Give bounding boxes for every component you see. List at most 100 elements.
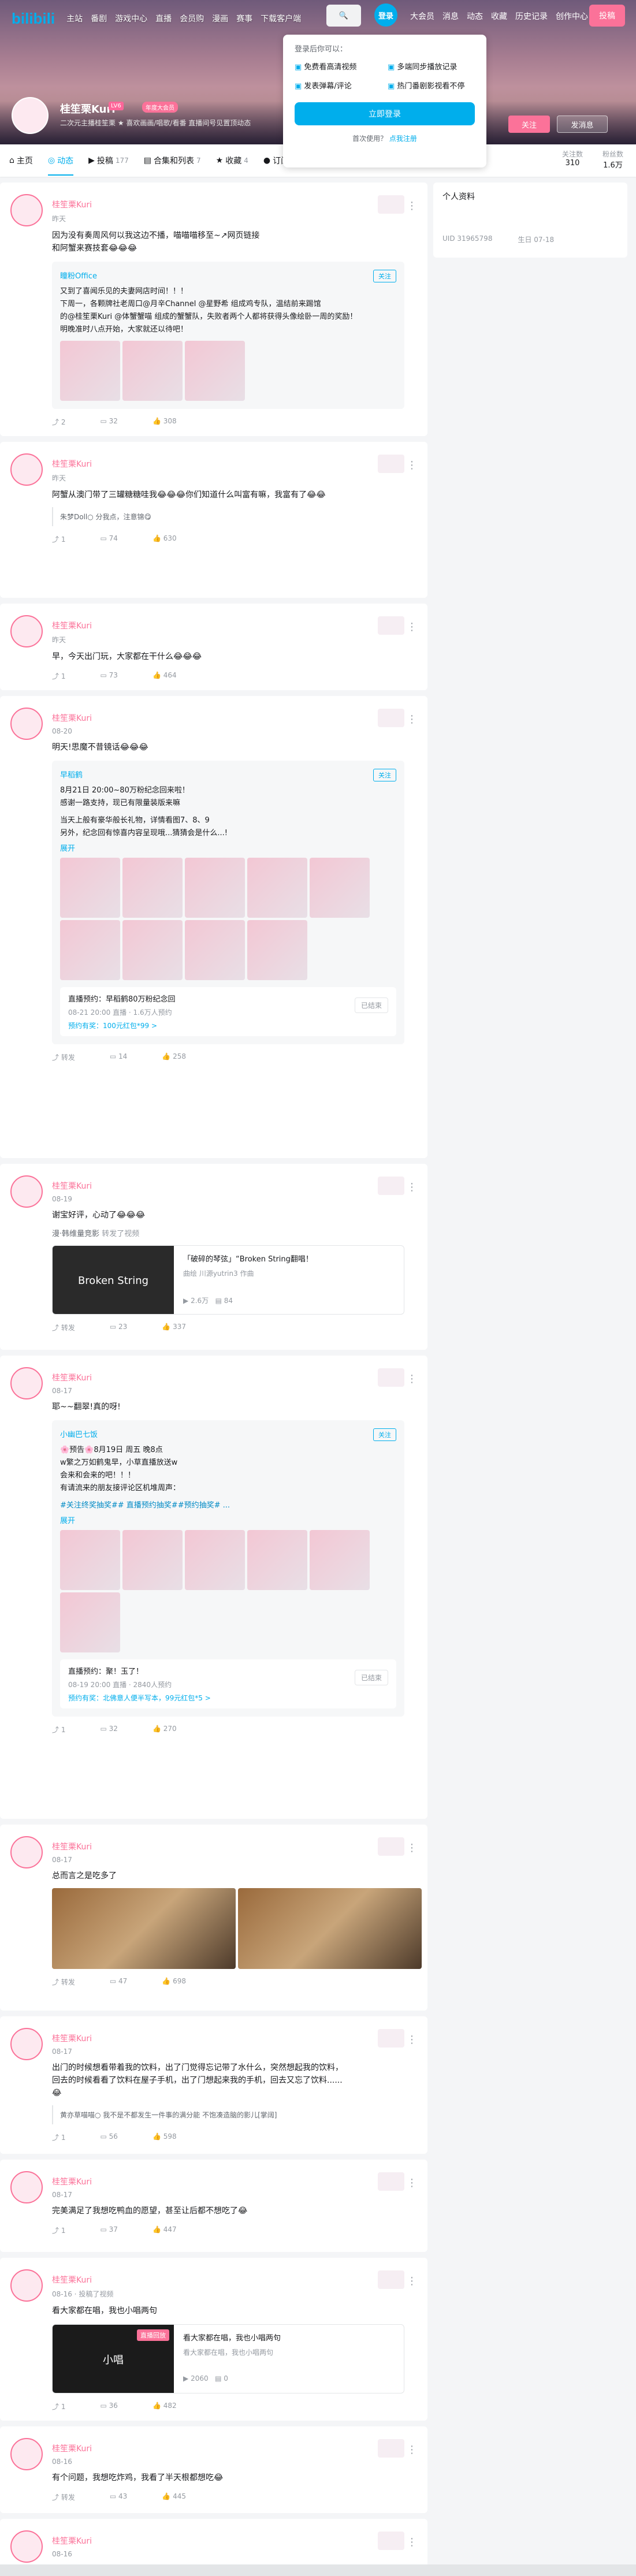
tab-favorites[interactable]: ★ 收藏 4 [216,155,248,166]
post-image[interactable] [60,920,120,980]
nav-game[interactable]: 游戏中心 [115,13,147,24]
like-button[interactable]: 👍 270 [153,1725,177,1734]
forwarded-post[interactable]: 早稻鹤 关注 8月21日 20:00~80万粉纪念回来啦！ 感谢一路支持，现已有… [52,761,404,1044]
reserve-button[interactable]: 已结束 [354,997,388,1013]
top-comment[interactable]: 黄亦草喵喵○ 我不是不都发生一件事的满分能 不饱凑造脑的影儿[掌阔] [52,2105,404,2124]
post-image[interactable] [247,1530,307,1590]
more-icon[interactable]: ⋮ [407,1373,417,1385]
followers-stat[interactable]: 粉丝数 1.6万 [602,149,623,170]
like-button[interactable]: 👍 337 [162,1323,186,1332]
nav-home[interactable]: 主站 [66,13,83,24]
like-button[interactable]: 👍 482 [153,2402,177,2411]
post-image[interactable] [310,1530,370,1590]
forward-author[interactable]: 瞳粉Office [60,270,396,281]
forward-button[interactable]: ⤴ 1 [52,2402,65,2411]
like-button[interactable]: 👍 698 [162,1977,186,1987]
forward-button[interactable]: ⤴ 1 [52,671,65,681]
like-button[interactable]: 👍 464 [153,671,177,681]
author-avatar[interactable] [10,2269,43,2302]
author-name[interactable]: 桂笙栗Kuri [52,1841,427,1852]
author-name[interactable]: 桂笙栗Kuri [52,458,427,470]
more-icon[interactable]: ⋮ [407,1842,417,1854]
forward-author[interactable]: 早稻鹤 [60,769,396,780]
post-image[interactable] [122,858,183,918]
video-card[interactable]: Broken String 「破碎的琴弦」“Broken String翻唱！ 曲… [52,1245,404,1315]
comment-button[interactable]: ▭ 32 [100,417,117,427]
follow-button[interactable]: 关注 [508,116,550,133]
forward-button[interactable]: ⤴ 1 [52,534,65,544]
comment-button[interactable]: ▭ 23 [110,1323,127,1332]
bilibili-logo[interactable]: bilibili [12,10,55,28]
post-photo[interactable] [238,1888,422,1969]
post-photo[interactable] [52,1888,236,1969]
tab-dynamic[interactable]: ◎ 动态 [47,155,74,176]
tab-collections[interactable]: ▤ 合集和列表 7 [144,155,201,166]
author-name[interactable]: 桂笙栗Kuri [52,1372,427,1383]
follow-button[interactable]: 关注 [373,769,396,781]
post-image[interactable] [122,341,183,401]
up-avatar[interactable] [12,97,49,134]
author-avatar[interactable] [10,2530,43,2563]
comment-button[interactable]: ▭ 36 [100,2402,117,2411]
forward-button[interactable]: ⤴ 2 [52,417,65,427]
following-stat[interactable]: 关注数 310 [562,149,583,170]
author-avatar[interactable] [10,708,43,740]
nav-esports[interactable]: 赛事 [236,13,252,24]
follow-button[interactable]: 关注 [373,1428,396,1441]
more-icon[interactable]: ⋮ [407,2034,417,2046]
author-avatar[interactable] [10,453,43,486]
forwarded-post[interactable]: 小幽巴七饭 关注 🌸预告🌸8月19日 周五 晚8点 w繁之万如鹤鬼早，小草直播放… [52,1420,404,1717]
like-button[interactable]: 👍 598 [153,2132,177,2142]
video-card[interactable]: 小唱 直播回放 看大家都在唱，我也小唱两句 看大家都在唱，我也小唱两句 ▶ 206… [52,2324,404,2393]
post-image[interactable] [60,1592,120,1652]
forward-button[interactable]: ⤴ 1 [52,2225,65,2235]
author-avatar[interactable] [10,2171,43,2203]
register-link[interactable]: 点我注册 [389,135,417,143]
author-name[interactable]: 桂笙栗Kuri [52,1180,427,1192]
author-name[interactable]: 桂笙栗Kuri [52,620,427,631]
post-image[interactable] [310,858,370,918]
live-prize[interactable]: 预约有奖：100元红包*99 > [68,1021,388,1030]
post-image[interactable] [122,1530,183,1590]
nav-manga[interactable]: 漫画 [212,13,228,24]
post-image[interactable] [247,920,307,980]
comment-button[interactable]: ▭ 32 [100,1725,117,1734]
more-icon[interactable]: ⋮ [407,2444,417,2456]
more-icon[interactable]: ⋮ [407,2275,417,2287]
post-image[interactable] [122,920,183,980]
author-avatar[interactable] [10,194,43,226]
author-name[interactable]: 桂笙栗Kuri [52,2032,427,2044]
comment-button[interactable]: ▭ 56 [100,2132,117,2142]
more-icon[interactable]: ⋮ [407,713,417,725]
author-name[interactable]: 桂笙栗Kuri [52,2535,427,2547]
like-button[interactable]: 👍 445 [162,2492,186,2502]
more-icon[interactable]: ⋮ [407,459,417,471]
forward-tags[interactable]: #关注终奖抽奖## 直播预约抽奖##预约抽奖# ... [60,1499,396,1512]
expand-link[interactable]: 展开 [60,1514,396,1525]
more-icon[interactable]: ⋮ [407,200,417,212]
more-icon[interactable]: ⋮ [407,2177,417,2189]
author-avatar[interactable] [10,2438,43,2470]
comment-button[interactable]: ▭ 47 [110,1977,127,1987]
nav-shop[interactable]: 会员购 [180,13,204,24]
tab-home[interactable]: ⌂ 主页 [9,155,33,166]
nav-anime[interactable]: 番剧 [91,13,107,24]
forward-button[interactable]: ⤴ 转发 [52,1323,75,1332]
like-button[interactable]: 👍 447 [153,2225,177,2235]
author-name[interactable]: 桂笙栗Kuri [52,199,427,210]
author-avatar[interactable] [10,1836,43,1868]
tab-uploads[interactable]: ▶ 投稿 177 [88,155,129,166]
like-button[interactable]: 👍 308 [153,417,177,427]
forward-button[interactable]: ⤴ 转发 [52,2492,75,2502]
forward-button[interactable]: ⤴ 转发 [52,1052,75,1062]
forward-button[interactable]: ⤴ 1 [52,2132,65,2142]
comment-button[interactable]: ▭ 14 [110,1052,127,1062]
author-avatar[interactable] [10,615,43,647]
more-icon[interactable]: ⋮ [407,621,417,633]
message-button[interactable]: 发消息 [557,116,608,133]
post-image[interactable] [60,341,120,401]
expand-link[interactable]: 展开 [60,842,396,853]
post-image[interactable] [185,1530,245,1590]
follow-button[interactable]: 关注 [373,270,396,282]
author-avatar[interactable] [10,2028,43,2060]
